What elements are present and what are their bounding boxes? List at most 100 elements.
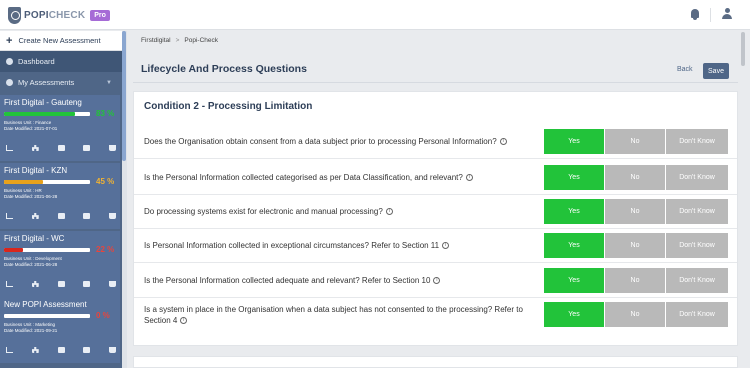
assessment-title[interactable]: First Digital - KZN [4,166,67,175]
assessment-card[interactable]: First Digital - KZN 45 % Business Unit :… [0,163,122,230]
info-icon[interactable]: i [385,208,393,216]
assessment-actions [6,145,116,151]
date-modified: Date Modified: 2021-06-28 [4,194,58,199]
breadcrumb-separator: > [175,37,180,44]
date-modified: Date Modified: 2021-06-28 [4,262,58,267]
assessment-card[interactable]: New POPI Assessment 0 % Business Unit : … [0,297,122,364]
info-icon[interactable]: i [465,174,473,182]
edit-icon[interactable] [83,281,91,287]
answer-dont-know-button[interactable]: Don't Know [666,233,728,258]
grid-icon[interactable] [57,281,65,287]
question-row: Is Personal Information collected in exc… [134,228,737,263]
assessments-icon [6,79,13,86]
hierarchy-icon[interactable] [31,281,39,287]
progress-bar [4,180,90,184]
assessment-meta: Business Unit : Development Date Modifie… [4,256,62,268]
grid-icon[interactable] [57,347,65,353]
trash-icon[interactable] [109,347,116,353]
progress-fill [4,248,23,252]
progress-bar [4,314,90,318]
chart-icon[interactable] [6,281,13,287]
assessment-title[interactable]: New POPI Assessment [4,300,87,309]
page-scrollbar-thumb[interactable] [741,32,745,66]
progress-fill [4,180,43,184]
user-icon[interactable] [722,8,732,20]
plus-icon: + [6,34,13,47]
progress-fill [4,112,76,116]
answer-dont-know-button[interactable]: Don't Know [666,129,728,154]
question-text: Is the Personal Information collected ad… [144,263,539,298]
answer-no-button[interactable]: No [605,302,665,327]
date-modified: Date Modified: 2021-07-01 [4,126,58,131]
info-icon[interactable]: i [180,316,188,324]
question-text: Is Personal Information collected in exc… [144,228,539,263]
answer-yes-button[interactable]: Yes [544,302,604,327]
assessment-title[interactable]: First Digital - WC [4,234,64,243]
edit-icon[interactable] [83,145,91,151]
back-button[interactable]: Back [677,66,693,73]
create-assessment-button[interactable]: + Create New Assessment [0,31,122,51]
breadcrumb-item[interactable]: Firstdigital [141,37,171,44]
question-text: Does the Organisation obtain consent fro… [144,124,539,159]
answer-no-button[interactable]: No [605,233,665,258]
create-assessment-label: Create New Assessment [18,36,101,45]
answer-no-button[interactable]: No [605,268,665,293]
section-title: Condition 2 - Processing Limitation [144,101,313,112]
hierarchy-icon[interactable] [31,145,39,151]
answer-yes-button[interactable]: Yes [544,199,604,224]
date-modified: Date Modified: 2021-09-21 [4,328,58,333]
shield-logo-icon [8,6,21,24]
bell-icon[interactable] [691,9,699,20]
answer-dont-know-button[interactable]: Don't Know [666,165,728,190]
answer-yes-button[interactable]: Yes [544,165,604,190]
chart-icon[interactable] [6,347,13,353]
hierarchy-icon[interactable] [31,347,39,353]
breadcrumb: Firstdigital > Popi-Check [141,37,218,44]
assessment-meta: Business Unit : Marketing Date Modified:… [4,322,57,334]
trash-icon[interactable] [109,281,116,287]
assessment-title[interactable]: First Digital - Gauteng [4,98,82,107]
assessment-meta: Business Unit : Finance Date Modified: 2… [4,120,57,132]
answer-yes-button[interactable]: Yes [544,268,604,293]
progress-percent: 45 % [96,177,115,186]
answer-no-button[interactable]: No [605,165,665,190]
chart-icon[interactable] [6,145,13,151]
grid-icon[interactable] [57,145,65,151]
trash-icon[interactable] [109,213,116,219]
divider [133,82,738,83]
edit-icon[interactable] [83,347,91,353]
answer-dont-know-button[interactable]: Don't Know [666,302,728,327]
chevron-down-icon: ▼ [106,79,112,86]
assessment-actions [6,213,116,219]
progress-bar [4,248,90,252]
answer-dont-know-button[interactable]: Don't Know [666,199,728,224]
assessment-card-body: First Digital - KZN 45 % Business Unit :… [0,163,120,229]
hierarchy-icon[interactable] [31,213,39,219]
question-label: Does the Organisation obtain consent fro… [144,137,497,146]
answer-yes-button[interactable]: Yes [544,129,604,154]
answer-yes-button[interactable]: Yes [544,233,604,258]
info-icon[interactable]: i [442,242,450,250]
answer-dont-know-button[interactable]: Don't Know [666,268,728,293]
app-logo[interactable]: POPICHECK Pro [8,5,110,25]
sidebar-item-my-assessments[interactable]: My Assessments ▼ [0,72,122,93]
question-label: Is the Personal Information collected ca… [144,173,463,182]
progress-percent: 83 % [96,109,115,118]
question-card: Condition 2 - Processing Limitation Does… [133,91,738,346]
info-icon[interactable]: i [433,277,441,285]
grid-icon[interactable] [57,213,65,219]
assessment-actions [6,281,116,287]
trash-icon[interactable] [109,145,116,151]
breadcrumb-item[interactable]: Popi-Check [184,37,218,44]
assessment-card-body: New POPI Assessment 0 % Business Unit : … [0,297,120,363]
save-button[interactable]: Save [703,63,729,79]
sidebar-scrollbar-thumb[interactable] [122,31,126,161]
answer-no-button[interactable]: No [605,129,665,154]
assessment-card[interactable]: First Digital - Gauteng 83 % Business Un… [0,95,122,162]
edit-icon[interactable] [83,213,91,219]
info-icon[interactable]: i [499,138,507,146]
sidebar-item-dashboard[interactable]: Dashboard [0,51,122,72]
answer-no-button[interactable]: No [605,199,665,224]
assessment-card[interactable]: First Digital - WC 22 % Business Unit : … [0,231,122,298]
chart-icon[interactable] [6,213,13,219]
